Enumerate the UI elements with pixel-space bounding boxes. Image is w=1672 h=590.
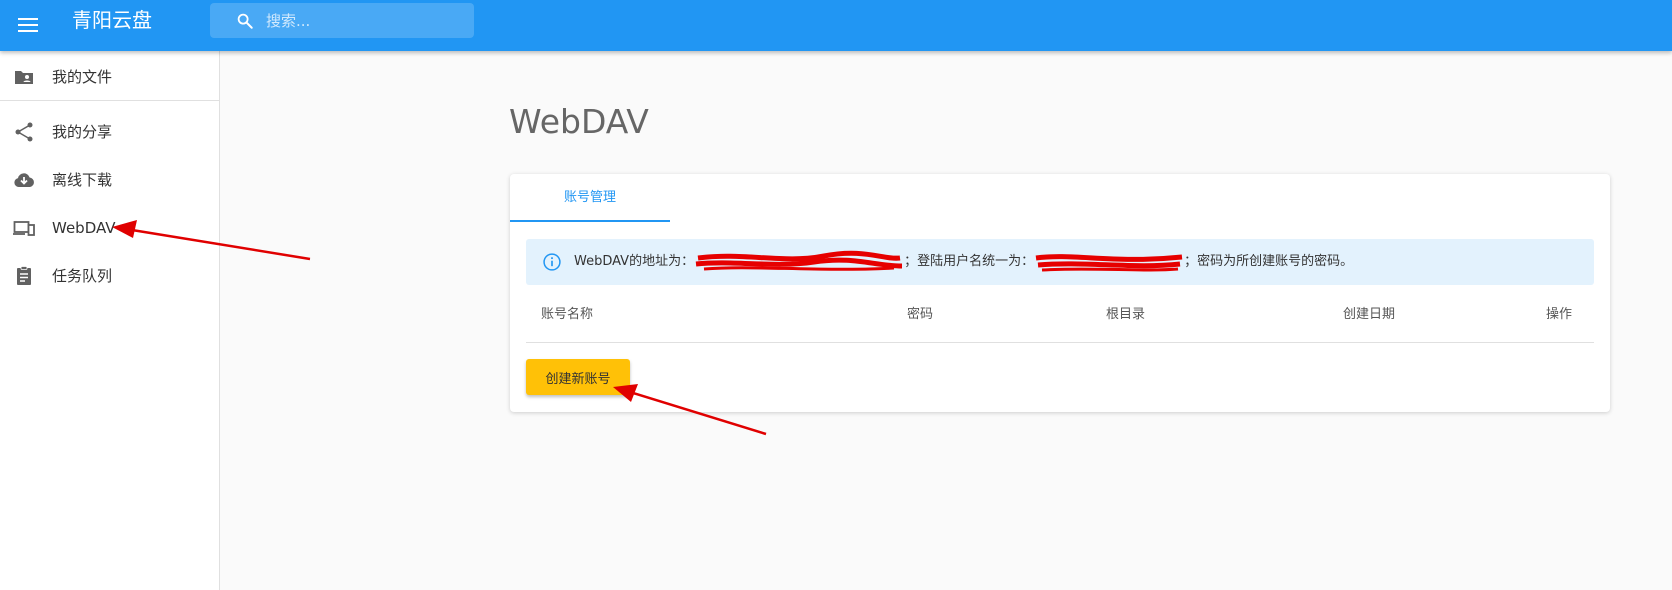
search-icon (237, 13, 253, 29)
menu-icon[interactable] (18, 12, 40, 36)
info-alert: WebDAV的地址为： ；登陆用户名统一为： ；密码为所创建账号的密码。 (526, 239, 1594, 285)
column-header-actions: 操作 (1546, 307, 1573, 322)
sidebar-item-label: WebDAV (52, 219, 116, 237)
column-header-root-directory: 根目录 (1106, 307, 1146, 322)
sidebar-item-task-queue[interactable]: 任务队列 (0, 253, 219, 299)
alert-mid: ；登陆用户名统一为： (904, 254, 1035, 269)
sidebar-item-my-files[interactable]: 我的文件 (0, 54, 219, 100)
info-icon (543, 253, 561, 271)
search-box[interactable] (210, 3, 474, 38)
create-account-button[interactable]: 创建新账号 (526, 359, 630, 395)
sidebar-item-offline-download[interactable]: 离线下载 (0, 157, 219, 203)
alert-text: WebDAV的地址为： ；登陆用户名统一为： ；密码为所创建账号的密码。 (574, 250, 1354, 271)
app-title[interactable]: 青阳云盘 (72, 8, 152, 32)
tab-label: 账号管理 (563, 190, 616, 205)
redacted-address (694, 250, 904, 271)
cloud-download-icon (14, 173, 34, 187)
page-title: WebDAV (509, 102, 649, 141)
folder-account-icon (15, 71, 33, 84)
tab-account-management[interactable]: 账号管理 (510, 174, 670, 222)
alert-suffix: ；密码为所创建账号的密码。 (1184, 254, 1354, 269)
tab-indicator (510, 220, 670, 222)
sidebar-item-label: 离线下载 (52, 171, 113, 189)
sidebar: 我的文件 我的分享 离线下载 WebDAV 任务队列 (0, 51, 220, 590)
sidebar-item-label: 我的分享 (52, 123, 113, 141)
search-input[interactable] (266, 9, 466, 33)
alert-prefix: WebDAV的地址为： (574, 254, 695, 269)
column-header-created-date: 创建日期 (1343, 307, 1396, 322)
share-icon (15, 122, 33, 142)
sidebar-item-label: 我的文件 (52, 68, 113, 86)
column-header-account-name: 账号名称 (541, 307, 594, 322)
webdav-card: 账号管理 WebDAV的地址为： ；登陆用户名统一为： ；密码为所创建账号的密码… (510, 174, 1610, 412)
devices-icon (13, 221, 35, 236)
column-header-password: 密码 (907, 307, 934, 322)
clipboard-list-icon (17, 266, 31, 285)
sidebar-item-webdav[interactable]: WebDAV (0, 205, 219, 251)
sidebar-item-label: 任务队列 (52, 267, 113, 285)
app-bar: 青阳云盘 (0, 0, 1672, 51)
sidebar-divider (0, 100, 219, 101)
redacted-username (1034, 253, 1184, 271)
table-header-rule (526, 342, 1594, 343)
sidebar-item-my-shares[interactable]: 我的分享 (0, 109, 219, 155)
